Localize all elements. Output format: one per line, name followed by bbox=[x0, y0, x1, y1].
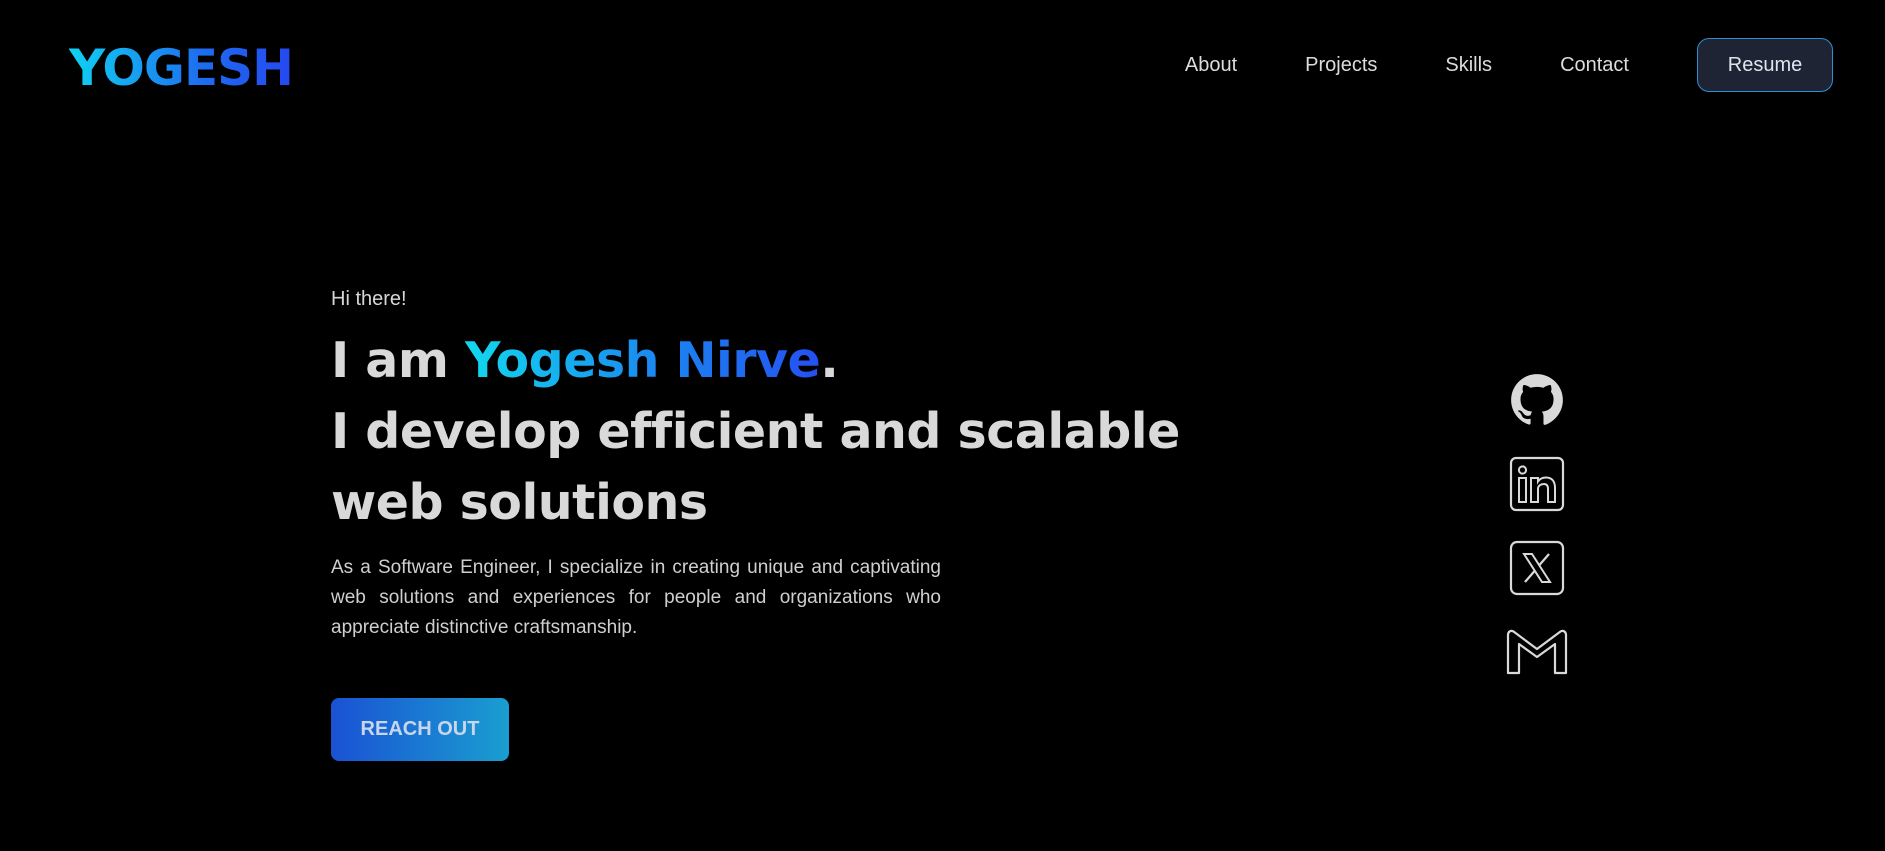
hero-name: Yogesh Nirve bbox=[464, 332, 821, 389]
logo[interactable]: YOGESH bbox=[69, 38, 294, 98]
intro-suffix: . bbox=[820, 332, 839, 389]
hero-headline: I am Yogesh Nirve. I develop efficient a… bbox=[331, 325, 1180, 538]
tagline-line-1: I develop efficient and scalable bbox=[331, 403, 1180, 460]
greeting: Hi there! bbox=[331, 288, 407, 310]
github-icon[interactable] bbox=[1505, 368, 1569, 432]
tagline-line-2: web solutions bbox=[331, 474, 708, 531]
x-icon[interactable] bbox=[1505, 536, 1569, 600]
main-nav: About Projects Skills Contact Resume bbox=[1185, 38, 1833, 92]
nav-contact[interactable]: Contact bbox=[1560, 54, 1629, 77]
page: YOGESH About Projects Skills Contact Res… bbox=[0, 0, 1885, 851]
social-links bbox=[1505, 368, 1569, 704]
gmail-icon[interactable] bbox=[1505, 620, 1569, 684]
intro-line: I am Yogesh Nirve. bbox=[331, 325, 1180, 396]
linkedin-icon[interactable] bbox=[1505, 452, 1569, 516]
nav-skills[interactable]: Skills bbox=[1445, 54, 1492, 77]
nav-projects[interactable]: Projects bbox=[1305, 54, 1377, 77]
hero-bio: As a Software Engineer, I specialize in … bbox=[331, 557, 941, 638]
nav-about[interactable]: About bbox=[1185, 54, 1237, 77]
intro-prefix: I am bbox=[331, 332, 465, 389]
resume-button[interactable]: Resume bbox=[1697, 38, 1833, 92]
reach-out-button[interactable]: REACH OUT bbox=[331, 698, 509, 761]
